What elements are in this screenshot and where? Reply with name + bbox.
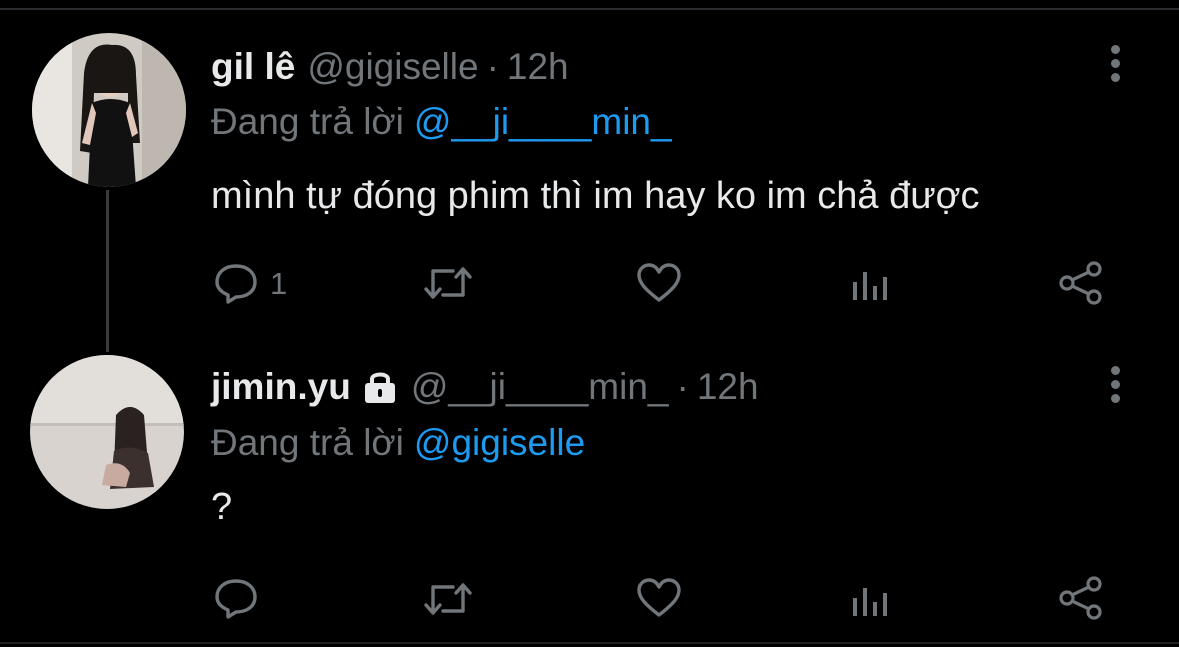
tweet-header: gil lê @gigiselle · 12h — [211, 46, 569, 88]
reply-icon[interactable] — [214, 262, 258, 304]
replying-to-mention[interactable]: @gigiselle — [414, 422, 585, 463]
reply-icon[interactable] — [214, 577, 258, 619]
replying-to-line: Đang trả lời @__ji____min_ — [211, 101, 672, 143]
avatar[interactable] — [32, 33, 186, 187]
retweet-icon[interactable] — [423, 263, 473, 303]
tweet-text: mình tự đóng phim thì im hay ko im chả đ… — [211, 175, 980, 217]
user-handle[interactable]: @__ji____min_ — [411, 366, 669, 408]
separator-dot: · — [486, 46, 499, 87]
bottom-divider — [0, 642, 1179, 644]
like-icon[interactable] — [636, 577, 682, 619]
analytics-icon[interactable] — [850, 582, 890, 618]
user-handle[interactable]: @gigiselle — [307, 46, 478, 88]
tweet-header: jimin.yu @__ji____min_ · 12h — [211, 366, 759, 408]
avatar[interactable] — [30, 355, 184, 509]
replying-to-mention[interactable]: @__ji____min_ — [414, 101, 672, 142]
replying-to-label: Đang trả lời — [211, 101, 404, 142]
share-icon[interactable] — [1057, 260, 1105, 306]
reply-count: 1 — [270, 266, 288, 301]
timestamp[interactable]: 12h — [697, 366, 759, 408]
separator-dot: · — [676, 366, 689, 407]
timestamp[interactable]: 12h — [507, 46, 569, 88]
analytics-icon[interactable] — [850, 266, 890, 302]
tweet-text: ? — [211, 486, 233, 528]
share-icon[interactable] — [1057, 575, 1105, 621]
more-vertical-icon[interactable] — [1108, 366, 1122, 408]
replying-to-label: Đang trả lời — [211, 422, 404, 463]
replying-to-line: Đang trả lời @gigiselle — [211, 422, 585, 464]
lock-icon — [361, 370, 399, 404]
more-vertical-icon[interactable] — [1108, 45, 1122, 87]
like-icon[interactable] — [636, 262, 682, 304]
top-divider — [0, 8, 1179, 10]
retweet-icon[interactable] — [423, 579, 473, 619]
display-name[interactable]: jimin.yu — [211, 366, 351, 408]
thread-connector-line — [106, 190, 109, 352]
display-name[interactable]: gil lê — [211, 46, 295, 88]
